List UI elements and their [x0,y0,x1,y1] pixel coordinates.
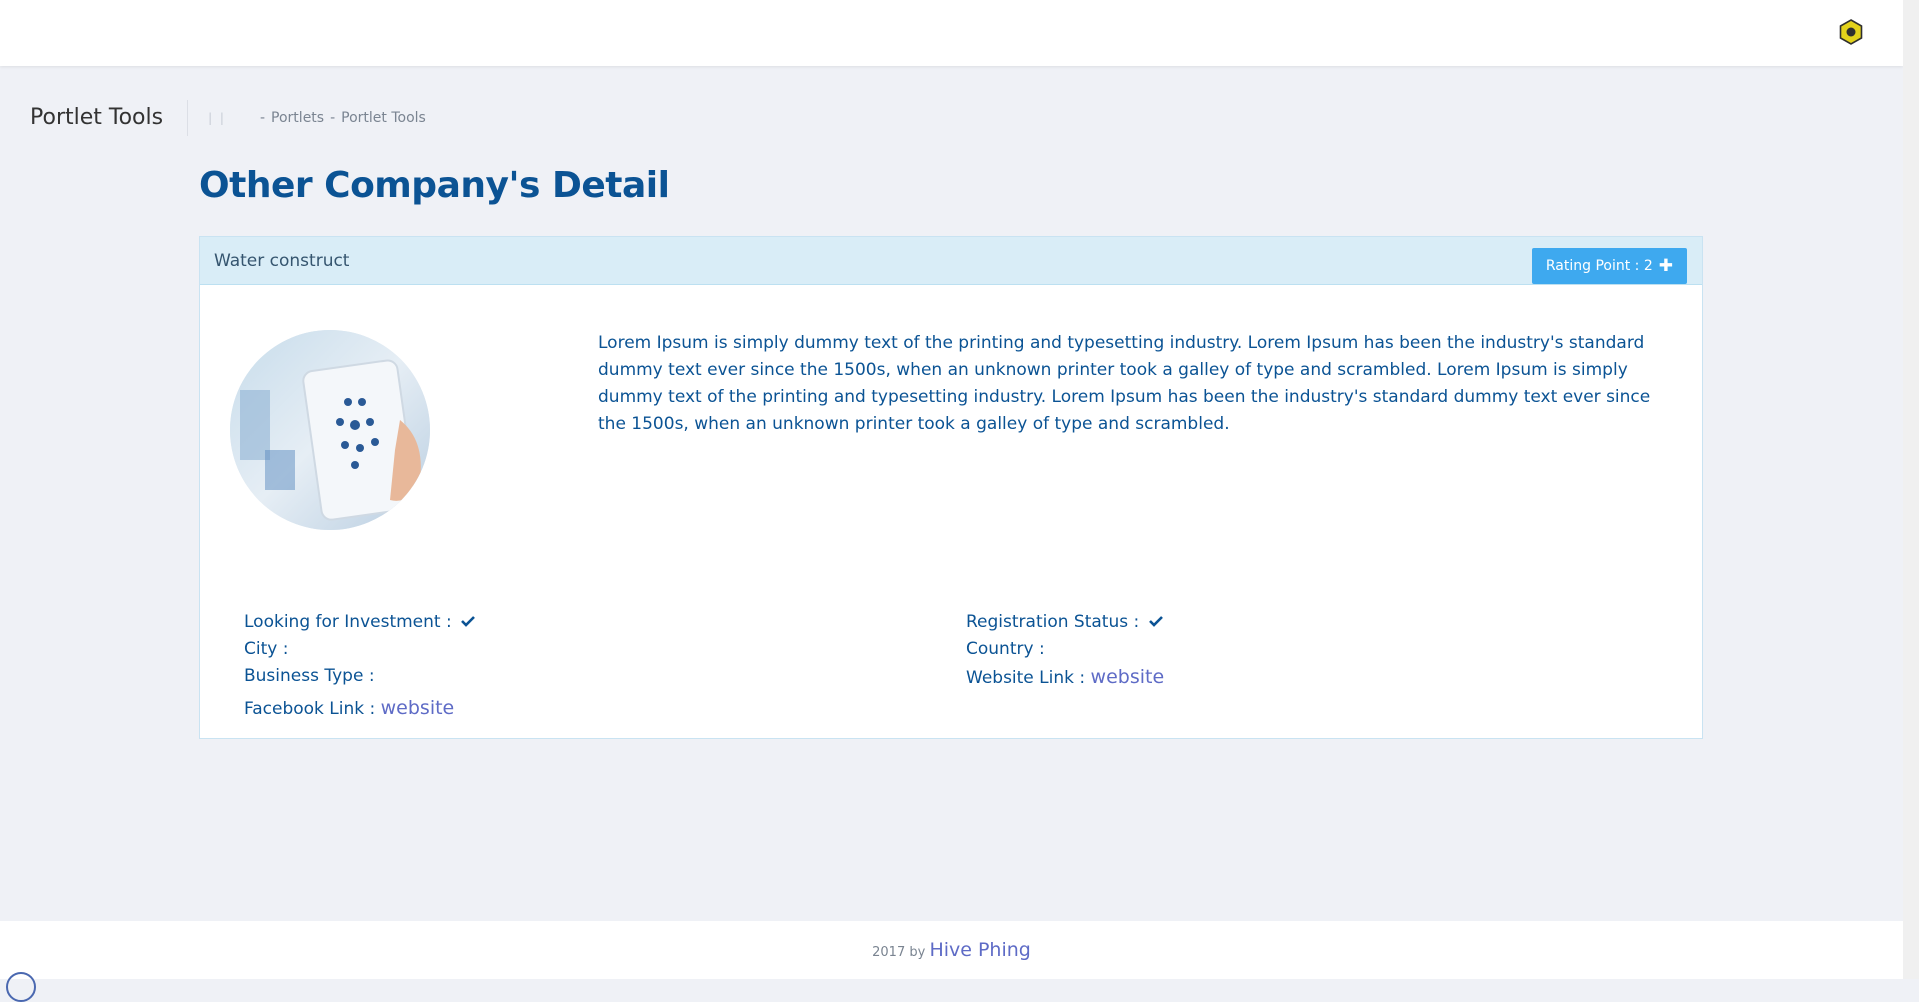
check-icon [1148,616,1163,627]
check-icon [461,616,476,627]
website-label: Website Link : [966,668,1086,688]
page-header: Portlet Tools | | - Portlets - Portlet T… [30,100,426,136]
footer-year: 2017 by [872,945,926,960]
registration-label: Registration Status : [966,612,1140,632]
footer: 2017 by Hive Phing [0,921,1903,979]
registration-row: Registration Status : [966,612,1163,632]
country-row: Country : [966,639,1045,659]
website-row: Website Link : website [966,666,1164,688]
city-row: City : [244,639,288,659]
rating-point-label: Rating Point : 2 [1545,258,1653,274]
footer-text: 2017 by Hive Phing [0,939,1903,961]
city-label: City : [244,639,289,659]
business-type-row: Business Type : [244,666,375,686]
footer-brand-link[interactable]: Hive Phing [929,939,1030,961]
breadcrumb-separator: - [330,110,336,126]
scroll-to-top-icon[interactable] [6,972,36,1002]
breadcrumb-item-portlet-tools[interactable]: Portlet Tools [341,110,426,126]
company-description: Lorem Ipsum is simply dummy text of the … [598,333,1651,434]
company-card-header: Water construct Rating Point : 2 ✚ [200,237,1702,285]
plus-icon: ✚ [1658,256,1673,276]
page-heading: Other Company's Detail [199,165,670,206]
top-header [0,0,1903,66]
hexagon-settings-icon[interactable] [1838,19,1864,45]
facebook-row: Facebook Link : website [244,697,454,719]
company-card: Water construct Rating Point : 2 ✚ [199,236,1703,739]
business-type-label: Business Type : [244,666,375,686]
page-title: Portlet Tools [30,100,189,136]
company-logo-image [230,330,430,530]
investment-row: Looking for Investment : [244,612,476,632]
company-name: Water construct [214,251,350,271]
breadcrumb-item-portlets[interactable]: Portlets [271,110,324,126]
rating-point-button[interactable]: Rating Point : 2 ✚ [1531,248,1687,284]
facebook-link[interactable]: website [381,697,455,719]
company-logo [230,330,430,530]
country-label: Country : [966,639,1045,659]
facebook-label: Facebook Link : [244,699,376,719]
breadcrumb-home-marker[interactable]: | | [208,111,226,125]
investment-label: Looking for Investment : [244,612,452,632]
breadcrumb: | | - Portlets - Portlet Tools [208,110,426,126]
website-link[interactable]: website [1091,666,1165,688]
page-scrollbar[interactable] [1903,0,1919,979]
breadcrumb-separator: - [259,110,266,126]
